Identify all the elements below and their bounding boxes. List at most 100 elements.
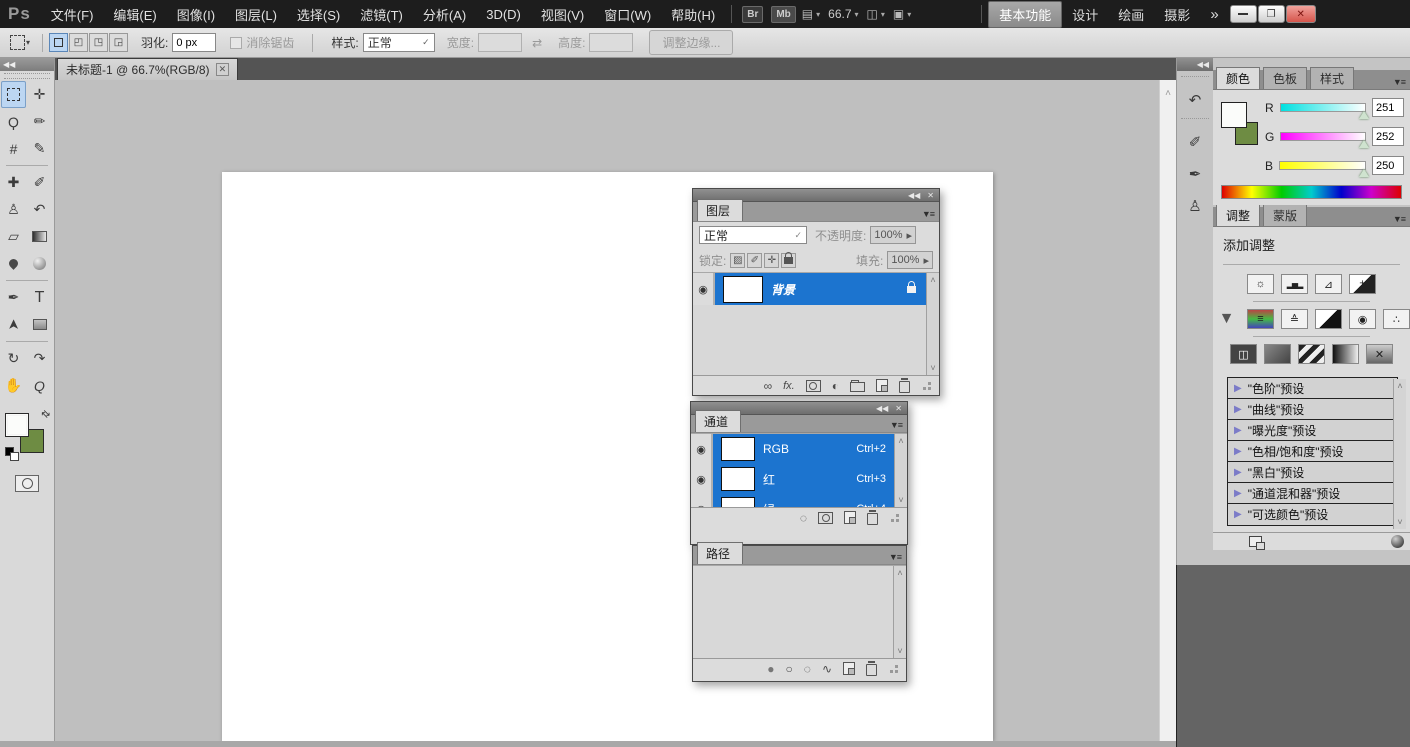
layer-name[interactable]: 背景 (771, 281, 795, 298)
selection-mode-intersect-button[interactable]: ◲ (109, 33, 128, 52)
tab-swatches[interactable]: 色板 (1263, 67, 1307, 89)
delete-channel-icon[interactable] (867, 513, 878, 525)
presets-scrollbar[interactable]: ˄ ˅ (1393, 379, 1406, 529)
workspace-photography[interactable]: 摄影 (1154, 2, 1200, 27)
green-value-input[interactable] (1372, 127, 1404, 146)
threshold-icon[interactable] (1298, 344, 1325, 364)
quick-selection-tool[interactable]: ✏ (27, 108, 52, 135)
make-work-path-icon[interactable]: ∿ (822, 662, 832, 676)
scroll-up-icon[interactable]: ˄ (898, 436, 903, 446)
menu-filter[interactable]: 滤镜(T) (350, 5, 413, 24)
delete-layer-icon[interactable] (899, 381, 910, 393)
refine-edge-button[interactable]: 调整边缘... (649, 30, 733, 55)
clone-stamp-tool[interactable]: ♙ (1, 196, 26, 223)
move-tool[interactable]: ✛ (27, 81, 52, 108)
lasso-tool[interactable]: Ϙ (1, 108, 26, 135)
view-extras-dropdown-icon[interactable]: ▾ (816, 10, 820, 19)
style-select[interactable]: 正常 ✓ (363, 33, 435, 52)
panel-menu-icon[interactable]: ▼≡ (1393, 214, 1410, 226)
tab-styles[interactable]: 样式 (1310, 67, 1354, 89)
tab-channels[interactable]: 通道 (695, 410, 741, 432)
blue-slider-thumb[interactable] (1359, 169, 1369, 177)
collapse-icon[interactable]: ◀◀ (908, 191, 920, 200)
layer-style-fx-icon[interactable]: fx. (783, 380, 795, 392)
channel-mixer-icon[interactable]: ∴ (1383, 309, 1410, 329)
preset-selective-color[interactable]: ▶"可选颜色"预设 (1228, 504, 1397, 525)
panel-menu-icon[interactable]: ▼≡ (889, 552, 906, 564)
blue-slider[interactable] (1279, 161, 1366, 170)
minimize-button[interactable] (1230, 5, 1257, 23)
close-icon[interactable]: ✕ (895, 404, 902, 413)
green-slider[interactable] (1280, 132, 1366, 141)
gradient-tool[interactable] (27, 223, 52, 250)
tool-presets-panel-icon[interactable]: ✒ (1181, 161, 1209, 187)
paths-empty-area[interactable] (693, 566, 893, 658)
load-channel-selection-icon[interactable]: ◌ (800, 511, 807, 525)
color-spectrum-ramp[interactable] (1221, 185, 1402, 199)
lock-transparent-icon[interactable]: ▨ (730, 253, 745, 268)
brush-tool[interactable]: ✐ (27, 169, 52, 196)
resize-grip[interactable] (890, 665, 898, 673)
selective-color-icon[interactable]: ✕ (1366, 344, 1393, 364)
history-brush-tool[interactable]: ↶ (27, 196, 52, 223)
preset-channel-mixer[interactable]: ▶"通道混和器"预设 (1228, 483, 1397, 504)
channel-row-green[interactable]: ◉ 绿 Ctrl+4 (691, 494, 894, 507)
history-panel-icon[interactable]: ↶ (1181, 87, 1209, 113)
arrange-documents-dropdown-icon[interactable]: ▾ (881, 10, 885, 19)
tab-layers[interactable]: 图层 (697, 199, 743, 221)
dock-collapse-button[interactable]: ◀◀ (1177, 58, 1213, 71)
scroll-up-icon[interactable]: ˄ (1397, 381, 1402, 391)
channel-visibility-eye-icon[interactable]: ◉ (691, 464, 713, 494)
clone-source-panel-icon[interactable]: ♙ (1181, 193, 1209, 219)
arrange-documents-icon[interactable]: ◫ (867, 7, 878, 21)
panel-menu-icon[interactable]: ▼≡ (890, 420, 907, 432)
invert-icon[interactable]: ◫ (1230, 344, 1257, 364)
scroll-down-icon[interactable]: ˅ (1397, 517, 1402, 527)
exposure-icon[interactable]: ± (1349, 274, 1376, 294)
lock-all-icon[interactable] (781, 253, 796, 268)
tab-adjustments[interactable]: 调整 (1216, 204, 1260, 226)
scroll-down-icon[interactable]: ˅ (930, 363, 935, 373)
dock-drag-handle[interactable] (1181, 118, 1209, 123)
menu-view[interactable]: 视图(V) (531, 5, 594, 24)
workspace-essentials[interactable]: 基本功能 (988, 1, 1062, 28)
clip-to-layer-icon[interactable] (1391, 535, 1404, 548)
menu-window[interactable]: 窗口(W) (594, 5, 661, 24)
delete-path-icon[interactable] (866, 664, 877, 676)
panel-menu-icon[interactable]: ▼≡ (1393, 77, 1410, 89)
dock-drag-handle[interactable] (1181, 76, 1209, 81)
menu-select[interactable]: 选择(S) (287, 5, 350, 24)
screen-mode-dropdown-icon[interactable]: ▾ (907, 10, 911, 19)
vibrance-icon[interactable]: ▼ (1213, 309, 1240, 329)
blend-mode-select[interactable]: 正常 ✓ (699, 226, 807, 244)
expand-triangle-icon[interactable]: ▶ (1234, 425, 1242, 436)
foreground-color-swatch[interactable] (5, 413, 29, 437)
expand-triangle-icon[interactable]: ▶ (1234, 509, 1242, 520)
zoom-level-value[interactable]: 66.7 (828, 7, 851, 21)
load-path-as-selection-icon[interactable]: ◌ (804, 662, 811, 676)
width-input[interactable] (478, 33, 522, 52)
zoom-level-dropdown-icon[interactable]: ▾ (855, 10, 859, 19)
blue-value-input[interactable] (1372, 156, 1404, 175)
scroll-up-icon[interactable]: ˄ (930, 275, 935, 285)
channel-row-rgb[interactable]: ◉ RGB Ctrl+2 (691, 434, 894, 464)
brightness-contrast-icon[interactable]: ☼ (1247, 274, 1274, 294)
tab-masks[interactable]: 蒙版 (1263, 204, 1307, 226)
tab-color[interactable]: 颜色 (1216, 67, 1260, 89)
expand-triangle-icon[interactable]: ▶ (1234, 404, 1242, 415)
expand-triangle-icon[interactable]: ▶ (1234, 383, 1242, 394)
black-white-icon[interactable] (1315, 309, 1342, 329)
preset-exposure[interactable]: ▶"曝光度"预设 (1228, 420, 1397, 441)
menu-help[interactable]: 帮助(H) (661, 5, 725, 24)
view-extras-icon[interactable]: ▤ (802, 7, 813, 21)
menu-3d[interactable]: 3D(D) (476, 7, 531, 22)
curves-icon[interactable]: ⊿ (1315, 274, 1342, 294)
layer-thumbnail[interactable] (723, 276, 763, 303)
preset-curves[interactable]: ▶"曲线"预设 (1228, 399, 1397, 420)
posterize-icon[interactable] (1264, 344, 1291, 364)
healing-brush-tool[interactable]: ✚ (1, 169, 26, 196)
default-colors-icon[interactable] (5, 447, 14, 456)
workspace-overflow-chevron[interactable]: » (1200, 3, 1228, 26)
expand-triangle-icon[interactable]: ▶ (1234, 488, 1242, 499)
swap-colors-icon[interactable]: ⇄ (38, 408, 52, 422)
